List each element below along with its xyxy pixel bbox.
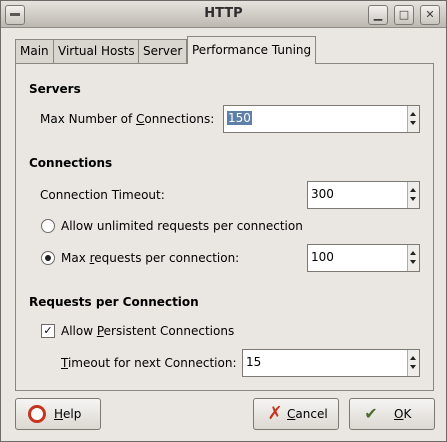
next-connection-timeout-label: Timeout for next Connection:	[61, 356, 237, 370]
servers-heading: Servers	[29, 82, 81, 96]
connection-timeout-value: 300	[311, 187, 334, 201]
next-connection-timeout-value: 15	[246, 355, 262, 369]
unlimited-requests-radio[interactable]	[41, 219, 55, 233]
connection-timeout-label: Connection Timeout:	[40, 188, 165, 202]
help-button[interactable]: Help	[15, 398, 101, 430]
tab-server[interactable]: Server	[138, 39, 188, 63]
unlimited-requests-label[interactable]: Allow unlimited requests per connection	[61, 219, 303, 233]
spin-up-icon[interactable]	[410, 251, 416, 255]
requests-per-connection-heading: Requests per Connection	[29, 295, 199, 309]
max-requests-value: 100	[311, 250, 334, 264]
persistent-connections-checkbox[interactable]: ✓	[41, 324, 55, 338]
cancel-button[interactable]: ✗ Cancel	[253, 398, 339, 430]
performance-tuning-panel: Servers Max Number of Connections: 150 C…	[15, 63, 434, 391]
max-requests-spinner[interactable]: 100	[307, 244, 420, 272]
spin-up-icon[interactable]	[410, 188, 416, 192]
max-connections-value: 150	[227, 111, 252, 125]
persistent-connections-label[interactable]: Allow Persistent Connections	[61, 324, 234, 338]
connections-heading: Connections	[29, 156, 113, 170]
spin-down-icon[interactable]	[410, 197, 416, 201]
help-button-label: Help	[54, 407, 82, 421]
tab-main[interactable]: Main	[15, 39, 54, 63]
minimize-icon[interactable]: ▁	[368, 5, 388, 25]
ok-checkmark-icon: ✔	[364, 404, 378, 423]
spin-up-icon[interactable]	[410, 112, 416, 116]
close-icon[interactable]: ✕	[420, 5, 440, 25]
spin-down-icon[interactable]	[410, 260, 416, 264]
title-bar[interactable]: HTTP ▁ □ ✕	[1, 1, 446, 28]
connection-timeout-spinner[interactable]: 300	[307, 181, 420, 209]
spin-up-icon[interactable]	[410, 356, 416, 360]
max-connections-spinner[interactable]: 150	[223, 105, 420, 133]
cancel-button-label: Cancel	[287, 407, 328, 421]
tab-virtual-hosts[interactable]: Virtual Hosts	[53, 39, 140, 63]
http-dialog: HTTP ▁ □ ✕ Main Virtual Hosts Server Per…	[0, 0, 447, 442]
ok-button[interactable]: ✔ OK	[349, 398, 435, 430]
next-connection-timeout-spinner[interactable]: 15	[242, 349, 420, 377]
ok-button-label: OK	[394, 407, 412, 421]
lifebuoy-icon	[28, 405, 46, 423]
max-requests-radio[interactable]	[41, 251, 55, 265]
max-connections-label: Max Number of Connections:	[40, 112, 215, 126]
tab-performance-tuning[interactable]: Performance Tuning	[187, 36, 317, 64]
spin-down-icon[interactable]	[410, 121, 416, 125]
cancel-x-icon: ✗	[267, 403, 283, 424]
maximize-icon[interactable]: □	[394, 5, 414, 25]
spin-down-icon[interactable]	[410, 365, 416, 369]
max-requests-label[interactable]: Max requests per connection:	[61, 251, 239, 265]
